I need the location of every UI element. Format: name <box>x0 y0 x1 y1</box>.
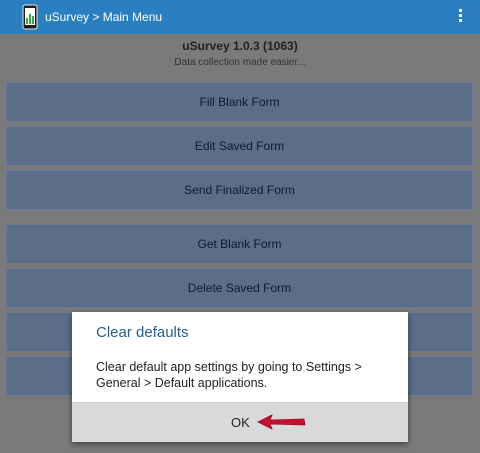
action-bar-title: uSurvey > Main Menu <box>45 10 163 24</box>
fill-blank-form-button[interactable]: Fill Blank Form <box>6 82 473 122</box>
overflow-menu-icon[interactable] <box>456 9 464 25</box>
delete-saved-form-button[interactable]: Delete Saved Form <box>6 268 473 308</box>
dialog-message: Clear default app settings by going to S… <box>96 360 362 390</box>
red-arrow-icon <box>257 414 306 430</box>
action-bar: uSurvey > Main Menu <box>0 0 480 34</box>
phone-chart-icon[interactable] <box>22 4 38 30</box>
app-version-title: uSurvey 1.0.3 (1063) <box>182 39 298 53</box>
get-blank-form-button[interactable]: Get Blank Form <box>6 224 473 264</box>
ok-button[interactable]: OK <box>72 402 408 442</box>
ok-button-label: OK <box>231 415 250 430</box>
edit-saved-form-button[interactable]: Edit Saved Form <box>6 126 473 166</box>
clear-defaults-dialog: Clear defaults Clear default app setting… <box>72 312 408 442</box>
app-tagline: Data collection made easier... <box>174 57 306 68</box>
send-finalized-form-button[interactable]: Send Finalized Form <box>6 170 473 210</box>
dialog-title: Clear defaults <box>96 324 189 341</box>
